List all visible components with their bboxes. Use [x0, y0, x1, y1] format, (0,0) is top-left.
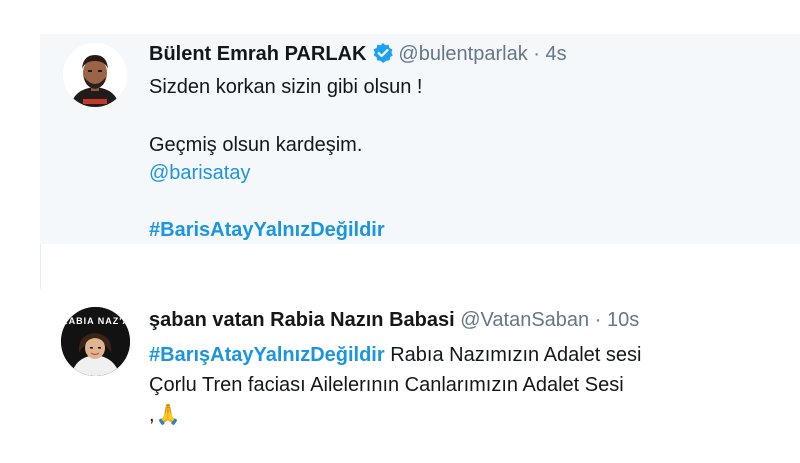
profile-photo-man-icon	[63, 43, 127, 107]
display-name[interactable]: şaban vatan Rabia Nazın Babasi	[149, 309, 455, 331]
avatar-overlay-text: RABIA NAZ'A	[61, 316, 130, 326]
user-handle[interactable]: @bulentparlak	[398, 43, 527, 65]
tweet-text-line: Geçmiş olsun kardeşim.	[149, 134, 363, 156]
display-name[interactable]: Bülent Emrah PARLAK	[149, 43, 366, 65]
tweet-text-line: #BarışAtayYalnızDeğildir Rabıa Nazımızın…	[149, 343, 641, 367]
tweet-timestamp[interactable]: 4s	[546, 43, 567, 65]
separator-dot: ·	[533, 43, 540, 65]
tweet-text-rest: Rabıa Nazımızın Adalet sesi	[384, 344, 642, 366]
tweet-text-line: Çorlu Tren faciası Ailelerının Canlarımı…	[149, 374, 624, 396]
tweet-text-line: ,🙏	[149, 403, 180, 427]
tweet-timestamp[interactable]: 10s	[607, 309, 639, 331]
page-top-gap	[0, 0, 800, 34]
tweet-header-2: şaban vatan Rabia Nazın Babasi @VatanSab…	[149, 308, 639, 332]
comma-text: ,	[149, 404, 155, 426]
tweet-header-1: Bülent Emrah PARLAK @bulentparlak · 4s	[149, 42, 567, 66]
avatar-vatansaban[interactable]: RABIA NAZ'A	[61, 307, 130, 376]
timeline-left-rule	[40, 244, 41, 289]
user-handle[interactable]: @VatanSaban	[460, 309, 589, 331]
hashtag-link[interactable]: #BarışAtayYalnızDeğildir	[149, 344, 385, 366]
folded-hands-icon: 🙏	[155, 404, 181, 426]
mention-link[interactable]: @barisatay	[149, 161, 250, 185]
tweet-text-line: Sizden korkan sizin gibi olsun !	[149, 76, 423, 98]
verified-badge-icon	[372, 42, 394, 64]
hashtag-link[interactable]: #BarisAtayYalnızDeğildir	[149, 218, 385, 242]
avatar-bulentparlak[interactable]	[63, 43, 127, 107]
separator-dot: ·	[594, 309, 602, 331]
